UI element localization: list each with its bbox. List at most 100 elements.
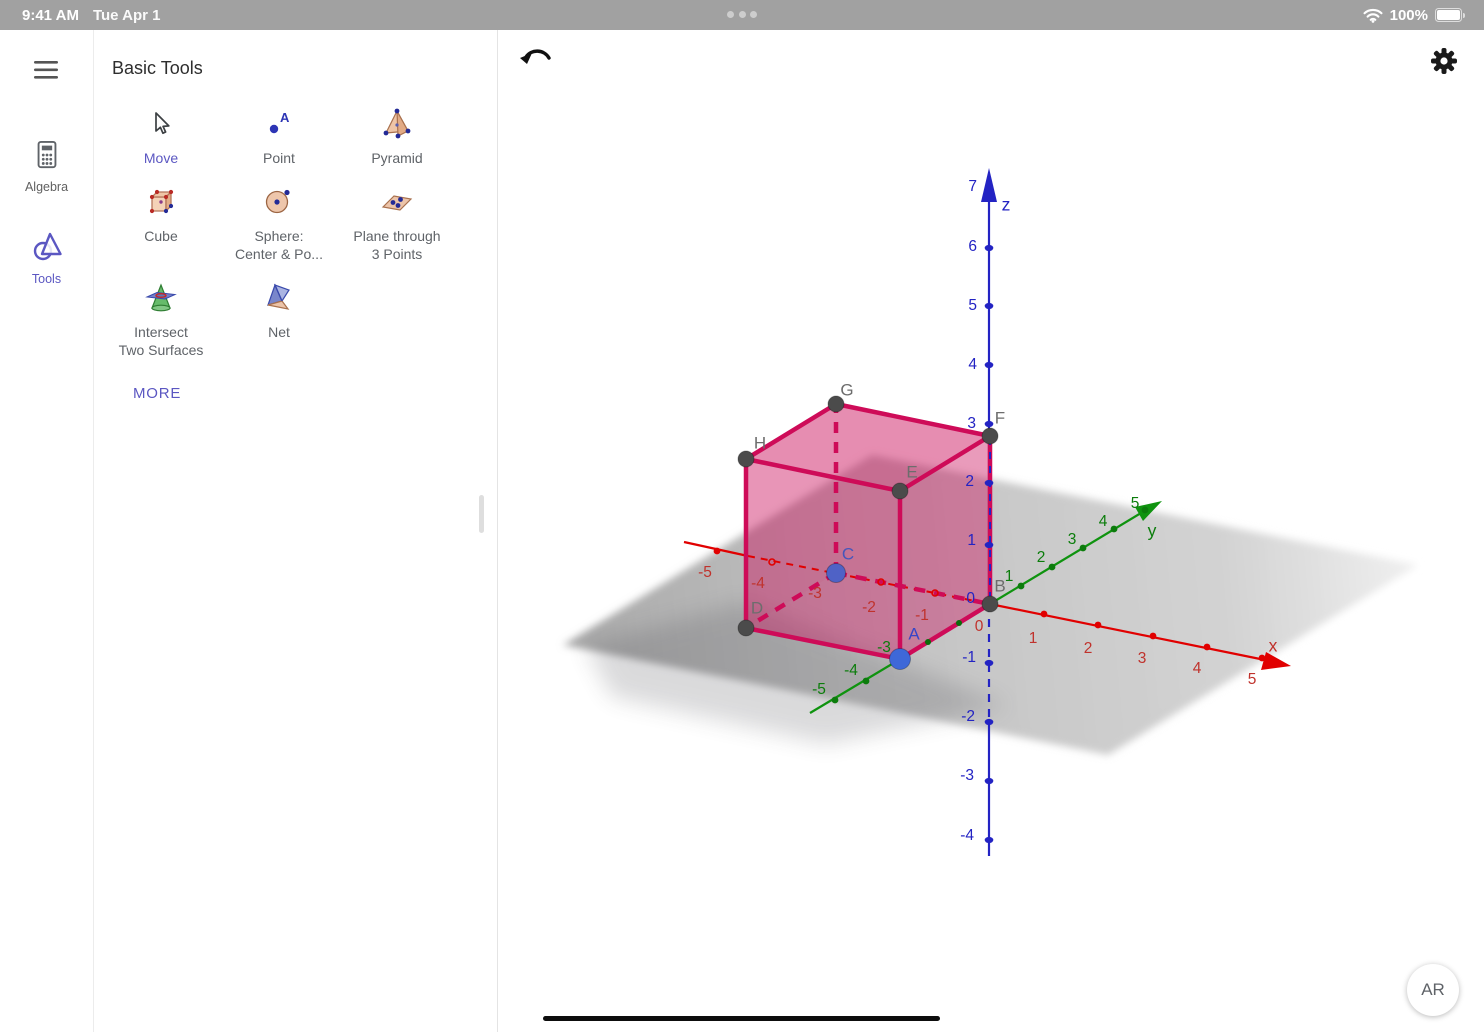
cube-icon	[144, 185, 178, 219]
z-axis-tick	[985, 778, 994, 784]
y-tick-label: 1	[1005, 568, 1014, 585]
y-tick-label: 3	[1068, 531, 1077, 548]
z-tick-label: 2	[965, 473, 974, 490]
vertex-label-H: H	[754, 433, 766, 452]
ar-button[interactable]: AR	[1407, 964, 1459, 1016]
wifi-icon	[1363, 8, 1383, 23]
y-axis-tick	[1018, 583, 1025, 590]
sphere-icon	[262, 185, 296, 219]
x-axis-label: x	[1269, 636, 1278, 656]
vertex-label-A: A	[908, 624, 920, 643]
y-axis-tick	[1142, 507, 1149, 514]
tool-intersect-two-surfaces[interactable]: Intersect Two Surfaces	[102, 277, 220, 359]
point-icon: A	[263, 108, 295, 140]
vertex-point-F[interactable]	[982, 428, 998, 444]
z-tick-label: 6	[968, 238, 977, 255]
y-tick-label: 2	[1037, 549, 1046, 566]
battery-icon	[1435, 8, 1462, 22]
y-tick-label: 4	[1099, 513, 1108, 530]
tool-plane-3-points[interactable]: Plane through 3 Points	[338, 181, 456, 263]
hamburger-icon	[32, 58, 60, 82]
z-tick-label: -3	[960, 767, 974, 784]
tool-net[interactable]: Net	[220, 277, 338, 359]
gear-icon	[1425, 42, 1463, 80]
multitask-dots-icon[interactable]	[727, 11, 757, 18]
sidebar-item-algebra[interactable]: Algebra	[0, 138, 93, 194]
cube-face[interactable]	[746, 459, 900, 659]
vertex-point-E[interactable]	[892, 483, 908, 499]
tool-move[interactable]: Move	[102, 103, 220, 167]
tool-point[interactable]: A Point	[220, 103, 338, 167]
vertex-point-D[interactable]	[738, 620, 754, 636]
z-tick-label: -4	[960, 827, 974, 844]
intersect-icon	[143, 281, 179, 315]
z-axis-arrow	[981, 168, 997, 202]
status-date: Tue Apr 1	[93, 7, 161, 24]
y-axis-tick	[1049, 564, 1056, 571]
x-axis-tick	[1095, 622, 1102, 629]
tool-sphere[interactable]: Sphere: Center & Po...	[220, 181, 338, 263]
move-cursor-icon	[145, 108, 177, 140]
vertex-point-B[interactable]	[982, 596, 998, 612]
tool-grid: Move A Point Pyramid	[94, 103, 497, 359]
pyramid-icon	[380, 107, 414, 141]
tool-label: Pyramid	[371, 149, 422, 167]
x-axis-tick	[1204, 644, 1211, 651]
panel-scrollbar[interactable]	[479, 495, 484, 533]
status-time: 9:41 AM	[22, 7, 79, 24]
sidebar-item-label: Algebra	[0, 180, 93, 194]
z-axis-tick	[985, 719, 994, 725]
y-axis-tick	[1080, 545, 1087, 552]
x-tick-label: -2	[862, 599, 876, 616]
z-tick-label: 1	[967, 532, 976, 549]
undo-icon	[518, 44, 554, 76]
vertex-point-H[interactable]	[738, 451, 754, 467]
y-tick-label: -5	[812, 681, 826, 698]
x-tick-label: -4	[751, 575, 765, 592]
home-indicator[interactable]	[543, 1016, 940, 1021]
more-tools-button[interactable]: MORE	[133, 385, 181, 402]
tool-label: Sphere: Center & Po...	[235, 227, 323, 263]
undo-button[interactable]	[517, 44, 555, 78]
y-tick-label: 5	[1131, 495, 1140, 512]
tool-label: Plane through 3 Points	[353, 227, 440, 263]
y-axis-tick	[1111, 526, 1118, 533]
vertex-point-C[interactable]	[827, 564, 846, 583]
x-tick-label: -3	[808, 585, 822, 602]
vertex-label-F: F	[995, 408, 1005, 427]
z-tick-label: 3	[967, 415, 976, 432]
tool-label: Intersect Two Surfaces	[119, 323, 204, 359]
vertex-label-B: B	[994, 576, 1005, 595]
plane-3points-icon	[379, 186, 415, 218]
z-axis-label: z	[1002, 195, 1011, 215]
svg-text:A: A	[280, 110, 290, 125]
x-tick-label: 2	[1084, 640, 1093, 657]
z-tick-label: -1	[962, 649, 976, 666]
menu-button[interactable]	[31, 58, 61, 84]
x-tick-label: 4	[1193, 660, 1202, 677]
tool-label: Move	[144, 149, 178, 167]
z-tick-label: 7	[968, 178, 977, 195]
sidebar-item-label: Tools	[0, 272, 93, 286]
z-axis-tick	[985, 362, 994, 368]
vertex-point-A[interactable]	[890, 649, 911, 670]
tool-label: Point	[263, 149, 295, 167]
vertex-label-G: G	[840, 380, 853, 399]
z-axis-tick	[985, 837, 994, 843]
sidebar-item-tools[interactable]: Tools	[0, 230, 93, 286]
x-tick-label: 3	[1138, 650, 1147, 667]
status-bar: 9:41 AM Tue Apr 1 100%	[0, 0, 1484, 30]
y-axis-tick	[832, 697, 839, 704]
z-axis-tick	[985, 421, 994, 427]
x-axis-tick	[1041, 611, 1048, 618]
left-sidebar: Algebra Tools	[0, 30, 94, 1032]
tool-label: Cube	[144, 227, 177, 245]
geogebra-3d-app: 123450-1-2-3-4-5x12345-3-4-5y76543210-1-…	[0, 0, 1484, 1032]
calculator-icon	[32, 138, 62, 172]
vertex-label-D: D	[751, 598, 763, 617]
status-left: 9:41 AM Tue Apr 1	[22, 0, 160, 30]
x-axis-tick	[1150, 633, 1157, 640]
tool-cube[interactable]: Cube	[102, 181, 220, 263]
tool-pyramid[interactable]: Pyramid	[338, 103, 456, 167]
settings-button[interactable]	[1424, 42, 1464, 80]
